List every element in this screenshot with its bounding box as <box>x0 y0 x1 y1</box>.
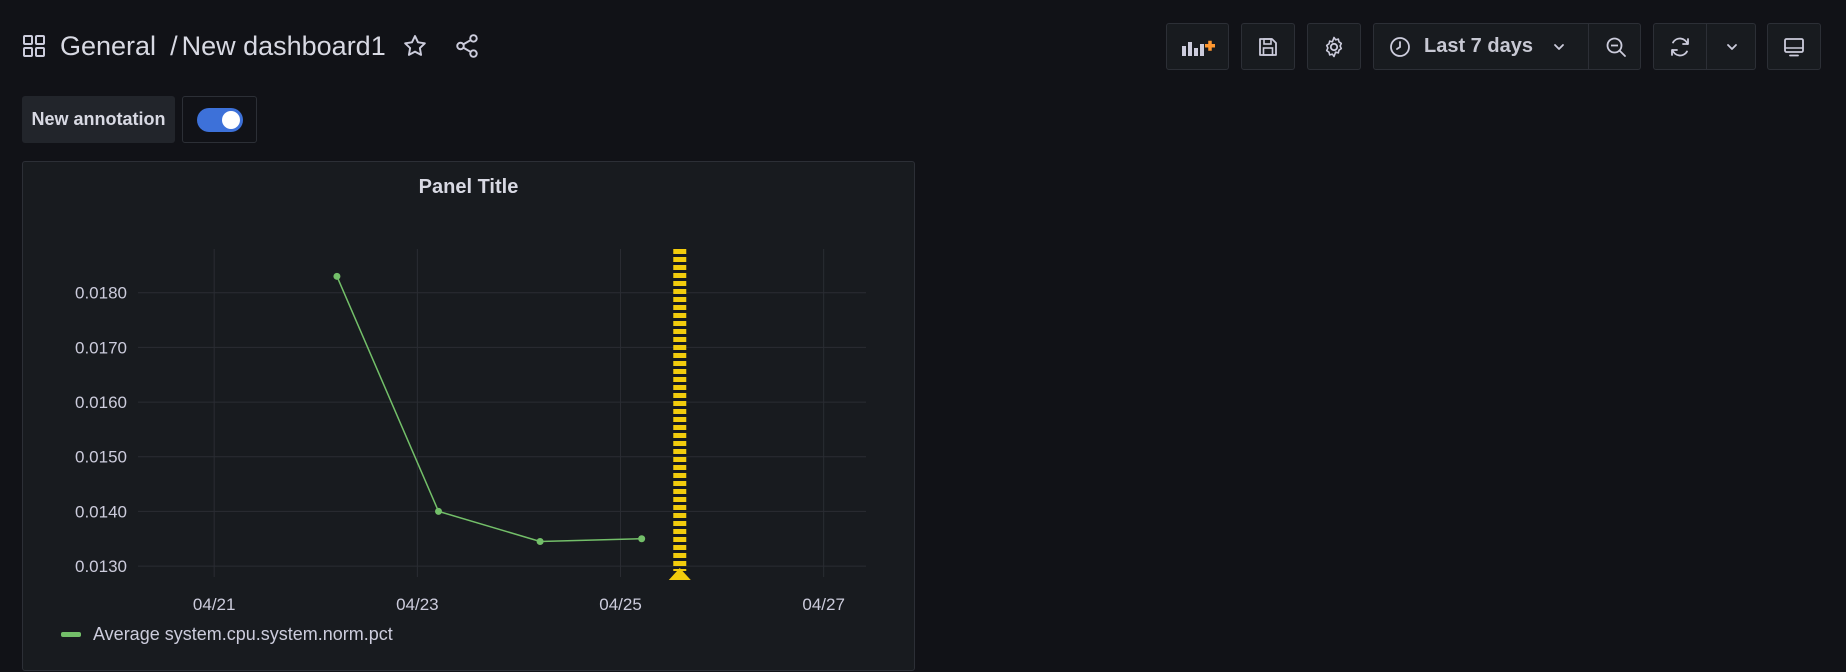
dashboard-title[interactable]: New dashboard1 <box>182 31 386 62</box>
top-navbar: General / New dashboard1 Last 7 days <box>0 0 1846 94</box>
star-icon <box>403 35 426 56</box>
share-icon <box>455 34 478 58</box>
star-button[interactable] <box>402 33 428 59</box>
dashboard-settings-button[interactable] <box>1307 23 1361 70</box>
x-tick-label: 04/27 <box>802 595 845 614</box>
toggle-knob <box>221 110 240 129</box>
y-tick-label: 0.0170 <box>75 338 127 357</box>
tv-mode-icon <box>1784 37 1804 56</box>
add-panel-button[interactable] <box>1166 23 1229 70</box>
save-icon <box>1259 37 1277 56</box>
clock-icon <box>1390 36 1410 57</box>
chevron-down-icon <box>1554 43 1564 50</box>
time-range-label: Last 7 days <box>1424 35 1533 57</box>
refresh-icon <box>1671 37 1689 56</box>
add-panel-icon <box>1181 40 1215 56</box>
y-tick-label: 0.0130 <box>75 557 127 576</box>
breadcrumb: General / New dashboard1 <box>22 26 480 66</box>
data-point[interactable] <box>333 272 341 280</box>
legend-item[interactable]: Average system.cpu.system.norm.pct <box>61 624 393 645</box>
zoom-out-icon <box>1606 37 1626 57</box>
chevron-down-icon <box>1727 43 1737 50</box>
time-picker[interactable]: Last 7 days <box>1373 23 1641 70</box>
refresh-group <box>1653 23 1756 70</box>
graph-panel: Panel Title 0.0130 0.0140 0.0150 0.0160 0.01… <box>22 161 915 671</box>
tv-mode-button[interactable] <box>1767 23 1821 70</box>
apps-icon[interactable] <box>22 34 46 58</box>
annotation-marker-handle[interactable] <box>668 568 691 580</box>
legend-swatch <box>61 632 81 637</box>
series-line <box>336 276 642 543</box>
gear-icon <box>1325 36 1343 57</box>
y-tick-label: 0.0150 <box>75 448 127 467</box>
annotation-toggle-switch[interactable] <box>196 107 243 132</box>
save-dashboard-button[interactable] <box>1241 23 1295 70</box>
y-tick-label: 0.0160 <box>75 393 127 412</box>
y-tick-label: 0.0140 <box>75 502 127 521</box>
breadcrumb-separator: / <box>170 30 178 61</box>
legend-label: Average system.cpu.system.norm.pct <box>93 624 393 644</box>
refresh-button[interactable] <box>1654 24 1706 69</box>
refresh-interval-button[interactable] <box>1707 24 1757 69</box>
data-point[interactable] <box>435 507 443 515</box>
x-tick-label: 04/21 <box>193 595 236 614</box>
annotation-toggle[interactable] <box>182 96 257 143</box>
x-tick-label: 04/25 <box>599 595 642 614</box>
share-button[interactable] <box>454 33 480 59</box>
y-tick-label: 0.0180 <box>75 284 127 303</box>
time-series-chart: 0.0130 0.0140 0.0150 0.0160 0.0170 0.0180 04/2… <box>75 249 866 614</box>
breadcrumb-folder[interactable]: General <box>60 31 156 62</box>
data-point[interactable] <box>536 537 544 545</box>
x-tick-label: 04/23 <box>396 595 439 614</box>
data-point[interactable] <box>638 535 646 543</box>
annotation-label: New annotation <box>22 96 175 143</box>
zoom-out-button[interactable] <box>1589 24 1642 69</box>
